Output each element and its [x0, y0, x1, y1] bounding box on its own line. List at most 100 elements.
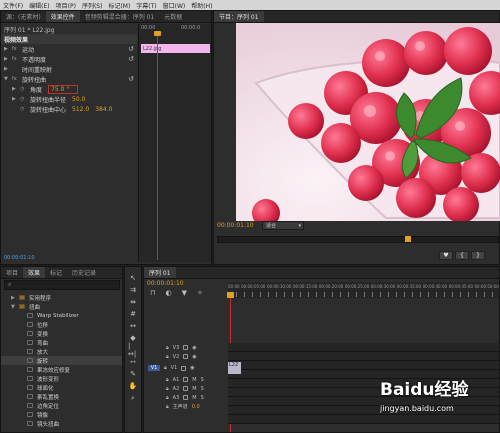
fx-icon[interactable]: fx	[12, 46, 22, 52]
timeline-clip[interactable]: L22	[228, 362, 241, 374]
list-item[interactable]: 镜像	[1, 410, 122, 419]
selection-tool-icon[interactable]: ↖	[128, 273, 138, 283]
effects-search-box[interactable]: ⌕	[4, 280, 120, 290]
expand-icon[interactable]: ▶	[12, 86, 20, 92]
linked-selection-icon[interactable]: ◐	[165, 289, 171, 297]
lock-icon[interactable]: 🔒︎	[166, 354, 169, 360]
effect-row-opacity[interactable]: ▶ fx 不透明度 ↺	[1, 54, 137, 64]
track-v3[interactable]: 🔒︎ V3 ◉	[144, 343, 228, 352]
mute-button[interactable]: M	[192, 395, 196, 401]
lock-icon[interactable]: 🔒︎	[166, 377, 169, 383]
list-item[interactable]: 变换	[1, 329, 122, 338]
zoom-tool-icon[interactable]: ⌕	[128, 393, 138, 403]
tab-sequence[interactable]: 序列 01	[144, 267, 176, 278]
stopwatch-icon[interactable]: ◷	[20, 106, 30, 112]
ripple-edit-tool-icon[interactable]: ⇹	[128, 297, 138, 307]
lock-icon[interactable]: 🔒︎	[164, 365, 167, 371]
list-item[interactable]: 镜头扭曲	[1, 419, 122, 428]
program-timecode[interactable]: 00:00:01:10	[217, 222, 254, 229]
list-item[interactable]: 球面化	[1, 383, 122, 392]
rolling-edit-tool-icon[interactable]: #	[128, 309, 138, 319]
track-a3[interactable]: 🔒︎ A3 M S	[144, 393, 228, 402]
reset-icon[interactable]: ↺	[128, 45, 134, 53]
fx-icon[interactable]: fx	[12, 56, 22, 62]
menu-project[interactable]: 项目(P)	[56, 1, 76, 10]
settings-wrench-icon[interactable]: ✧	[197, 289, 203, 297]
menu-window[interactable]: 窗口(W)	[163, 1, 186, 10]
timeline-ruler[interactable]: 00:00 00:00:05:00 00:00:10:00 00:00:15:0…	[228, 282, 499, 298]
eye-icon[interactable]: ◉	[192, 345, 196, 351]
lock-icon[interactable]: 🔒︎	[166, 404, 169, 410]
program-video-frame[interactable]	[236, 23, 500, 221]
reset-icon[interactable]: ↺	[128, 55, 134, 63]
list-item[interactable]: 紊乱置换	[1, 392, 122, 401]
slip-tool-icon[interactable]: |↔|	[128, 342, 138, 358]
list-item[interactable]: 放大	[1, 347, 122, 356]
tab-source[interactable]: 源：(无素材)	[1, 11, 46, 22]
mark-out-button[interactable]: }	[471, 251, 485, 260]
track-master[interactable]: 🔒︎ 主声道 0.0	[144, 402, 228, 411]
effect-row-time-remap[interactable]: ▶ 时间重映射	[1, 64, 137, 74]
tab-metadata[interactable]: 元数据	[159, 11, 187, 22]
effect-row-motion[interactable]: ▶ fx 运动 ↺	[1, 44, 137, 54]
expand-icon[interactable]: ▶	[4, 46, 12, 52]
center-y-value[interactable]: 384.0	[95, 106, 112, 113]
add-marker-icon[interactable]: ▼	[182, 289, 187, 297]
tab-audio-mixer[interactable]: 音频剪辑混合器：序列 01	[80, 11, 160, 22]
list-item-folder[interactable]: ▼ 扭曲	[1, 302, 122, 311]
timeline-timecode[interactable]: 00:00:01:10	[147, 280, 184, 287]
hand-tool-icon[interactable]: ✋	[128, 381, 138, 391]
fx-icon[interactable]: fx	[12, 76, 22, 82]
track-a1[interactable]: 🔒︎ A1 M S	[144, 375, 228, 384]
menu-marker[interactable]: 标记(M)	[108, 1, 130, 10]
tab-program[interactable]: 节目：序列 01	[214, 11, 264, 22]
menu-help[interactable]: 帮助(H)	[191, 1, 212, 10]
stopwatch-icon[interactable]: ◷	[20, 86, 30, 92]
effect-row-twirl[interactable]: ▼ fx 旋转扭曲 ↺	[1, 74, 137, 84]
reset-icon[interactable]: ↺	[128, 75, 134, 83]
program-scrubber[interactable]	[217, 236, 499, 243]
list-item[interactable]: 果冻效应修复	[1, 365, 122, 374]
effect-controls-timecode[interactable]: 00:00:01:10	[4, 255, 35, 261]
mark-in-button[interactable]: {	[455, 251, 469, 260]
list-item[interactable]: Warp Stabilizer	[1, 311, 122, 320]
tab-project[interactable]: 项目	[1, 267, 23, 278]
tab-effects[interactable]: 效果	[23, 267, 46, 278]
source-patch-v1[interactable]: V1	[148, 365, 160, 371]
track-a2[interactable]: 🔒︎ A2 M S	[144, 384, 228, 393]
list-item[interactable]: 边角定位	[1, 401, 122, 410]
expand-icon[interactable]: ▶	[12, 96, 20, 102]
tab-history[interactable]: 历史记录	[67, 267, 101, 278]
rate-stretch-tool-icon[interactable]: ↔	[128, 321, 138, 331]
track-v2[interactable]: 🔒︎ V2 ◉	[144, 352, 228, 361]
track-v1[interactable]: V1 🔒︎ V1 ◉	[144, 361, 228, 375]
master-volume-value[interactable]: 0.0	[192, 404, 200, 410]
tab-effect-controls[interactable]: 效果控件	[45, 11, 80, 22]
mute-button[interactable]: M	[192, 377, 196, 383]
expand-icon[interactable]: ▶	[4, 66, 12, 72]
solo-button[interactable]: S	[201, 395, 204, 401]
lock-icon[interactable]: 🔒︎	[166, 386, 169, 392]
eye-icon[interactable]: ◉	[192, 354, 196, 360]
list-item[interactable]: 波形变形	[1, 374, 122, 383]
mute-button[interactable]: M	[192, 386, 196, 392]
track-select-tool-icon[interactable]: ⇉	[128, 285, 138, 295]
snap-icon[interactable]: ⊓	[150, 289, 155, 297]
menu-edit[interactable]: 编辑(E)	[29, 1, 49, 10]
list-item-folder[interactable]: ▶ 实用程序	[1, 293, 122, 302]
playhead-handle[interactable]	[154, 31, 161, 36]
menu-file[interactable]: 文件(F)	[3, 1, 23, 10]
slide-tool-icon[interactable]: ⇿	[128, 357, 138, 367]
program-playhead-handle[interactable]	[405, 236, 411, 242]
list-item[interactable]: 弯曲	[1, 338, 122, 347]
menu-sequence[interactable]: 序列(S)	[82, 1, 103, 10]
angle-value[interactable]: 75.0 °	[48, 84, 79, 94]
radius-value[interactable]: 50.0	[72, 96, 85, 103]
tab-markers[interactable]: 标记	[45, 267, 67, 278]
eye-icon[interactable]: ◉	[190, 365, 194, 371]
fit-dropdown[interactable]: 适合 ▾	[262, 221, 304, 230]
add-marker-button[interactable]: ♥	[439, 251, 453, 260]
expand-icon[interactable]: ▶	[4, 56, 12, 62]
list-item-selected[interactable]: 旋转	[1, 356, 122, 365]
center-x-value[interactable]: 512.0	[72, 106, 89, 113]
